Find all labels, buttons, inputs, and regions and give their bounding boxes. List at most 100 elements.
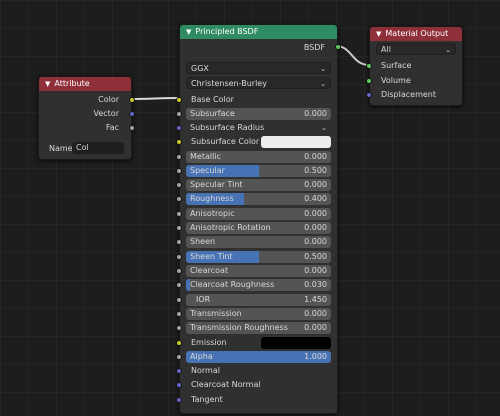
distribution-dropdown[interactable]: GGX ⌄ bbox=[186, 62, 331, 74]
subsurface-method-value: Christensen-Burley bbox=[191, 79, 267, 88]
input-transmission-socket[interactable] bbox=[176, 311, 182, 317]
output-node-title: Material Output bbox=[385, 29, 449, 38]
volume-label: Volume bbox=[381, 76, 411, 85]
chevron-down-icon: ⌄ bbox=[445, 46, 451, 54]
clearcoat-roughness-slider[interactable]: Clearcoat Roughness 0.030 bbox=[186, 279, 331, 291]
subsurface-slider[interactable]: Subsurface 0.000 bbox=[186, 108, 331, 120]
output-vector-socket[interactable] bbox=[129, 111, 135, 117]
output-bsdf-socket[interactable] bbox=[335, 44, 341, 50]
clearcoat-roughness-label: Clearcoat Roughness bbox=[190, 280, 275, 289]
sheen-tint-label: Sheen Tint bbox=[190, 252, 233, 261]
ior-field[interactable]: IOR 1.450 bbox=[186, 294, 331, 306]
input-subsurface-color-socket[interactable] bbox=[176, 139, 182, 145]
ior-value: 1.450 bbox=[304, 295, 327, 304]
specular-tint-slider[interactable]: Specular Tint 0.000 bbox=[186, 179, 331, 191]
transmission-slider[interactable]: Transmission 0.000 bbox=[186, 308, 331, 320]
anisotropic-rotation-value: 0.000 bbox=[304, 223, 327, 232]
input-sheen-tint-socket[interactable] bbox=[176, 254, 182, 260]
metallic-value: 0.000 bbox=[304, 152, 327, 161]
sheen-slider[interactable]: Sheen 0.000 bbox=[186, 236, 331, 248]
output-vector-label: Vector bbox=[93, 109, 120, 118]
chevron-down-icon: ⌄ bbox=[320, 80, 326, 88]
input-base-color-socket[interactable] bbox=[176, 97, 182, 103]
input-tangent-socket[interactable] bbox=[176, 397, 182, 403]
input-clearcoat-roughness-socket[interactable] bbox=[176, 282, 182, 288]
input-specular-tint-socket[interactable] bbox=[176, 182, 182, 188]
roughness-slider[interactable]: Roughness 0.400 bbox=[186, 193, 331, 205]
sheen-tint-value: 0.500 bbox=[304, 252, 327, 261]
metallic-label: Metallic bbox=[190, 152, 221, 161]
attribute-node[interactable]: ▼ Attribute Color Vector Fac Name Col bbox=[38, 76, 135, 160]
principled-bsdf-node[interactable]: ▼ Principled BSDF BSDF GGX ⌄ Christensen-… bbox=[176, 24, 341, 414]
subsurface-label: Subsurface bbox=[190, 109, 235, 118]
principled-node-title: Principled BSDF bbox=[195, 27, 259, 36]
alpha-label: Alpha bbox=[190, 352, 213, 361]
clearcoat-slider[interactable]: Clearcoat 0.000 bbox=[186, 265, 331, 277]
anisotropic-rotation-slider[interactable]: Anisotropic Rotation 0.000 bbox=[186, 222, 331, 234]
normal-label: Normal bbox=[191, 366, 220, 375]
subsurface-radius-label: Subsurface Radius bbox=[190, 123, 265, 132]
link-color-to-base-color bbox=[129, 97, 180, 100]
subsurface-method-dropdown[interactable]: Christensen-Burley ⌄ bbox=[186, 77, 331, 89]
emission-color-swatch[interactable] bbox=[261, 337, 331, 349]
output-color-socket[interactable] bbox=[129, 97, 135, 103]
input-emission-socket[interactable] bbox=[176, 340, 182, 346]
node-editor-canvas[interactable]: ▼ Attribute Color Vector Fac Name Col ▼ Pr… bbox=[0, 0, 500, 416]
input-surface-socket[interactable] bbox=[366, 63, 372, 69]
input-alpha-socket[interactable] bbox=[176, 354, 182, 360]
collapse-arrow-icon[interactable]: ▼ bbox=[186, 28, 191, 36]
name-input-value: Col bbox=[76, 143, 89, 152]
input-clearcoat-socket[interactable] bbox=[176, 268, 182, 274]
transmission-roughness-value: 0.000 bbox=[304, 323, 327, 332]
distribution-value: GGX bbox=[191, 64, 209, 73]
specular-slider[interactable]: Specular 0.500 bbox=[186, 165, 331, 177]
input-displacement-socket[interactable] bbox=[366, 92, 372, 98]
input-specular-socket[interactable] bbox=[176, 168, 182, 174]
sheen-label: Sheen bbox=[190, 237, 216, 246]
output-bsdf-label: BSDF bbox=[303, 43, 325, 52]
transmission-roughness-slider[interactable]: Transmission Roughness 0.000 bbox=[186, 322, 331, 334]
ior-label: IOR bbox=[196, 295, 211, 304]
anisotropic-label: Anisotropic bbox=[190, 209, 235, 218]
anisotropic-slider[interactable]: Anisotropic 0.000 bbox=[186, 208, 331, 220]
material-output-node[interactable]: ▼ Material Output All ⌄ Surface Volume Di… bbox=[366, 26, 463, 106]
subsurface-radius-dropdown[interactable]: Subsurface Radius ⌄ bbox=[186, 122, 331, 134]
input-clearcoat-normal-socket[interactable] bbox=[176, 382, 182, 388]
input-normal-socket[interactable] bbox=[176, 368, 182, 374]
target-dropdown[interactable]: All ⌄ bbox=[376, 43, 456, 55]
attribute-node-header[interactable]: ▼ Attribute bbox=[39, 77, 131, 91]
name-input[interactable]: Col bbox=[72, 142, 124, 154]
metallic-slider[interactable]: Metallic 0.000 bbox=[186, 151, 331, 163]
subsurface-color-swatch[interactable] bbox=[261, 136, 331, 148]
sheen-tint-slider[interactable]: Sheen Tint 0.500 bbox=[186, 251, 331, 263]
anisotropic-rotation-label: Anisotropic Rotation bbox=[190, 223, 271, 232]
input-roughness-socket[interactable] bbox=[176, 196, 182, 202]
target-value: All bbox=[381, 45, 391, 54]
output-fac-socket[interactable] bbox=[129, 125, 135, 131]
alpha-slider[interactable]: Alpha 1.000 bbox=[186, 351, 331, 363]
sheen-value: 0.000 bbox=[304, 237, 327, 246]
output-fac-label: Fac bbox=[105, 123, 119, 132]
input-anisotropic-rotation-socket[interactable] bbox=[176, 225, 182, 231]
clearcoat-roughness-value: 0.030 bbox=[304, 280, 327, 289]
input-metallic-socket[interactable] bbox=[176, 154, 182, 160]
transmission-label: Transmission bbox=[190, 309, 242, 318]
displacement-label: Displacement bbox=[381, 90, 436, 99]
input-subsurface-socket[interactable] bbox=[176, 111, 182, 117]
input-anisotropic-socket[interactable] bbox=[176, 211, 182, 217]
clearcoat-normal-label: Clearcoat Normal bbox=[191, 380, 261, 389]
collapse-arrow-icon[interactable]: ▼ bbox=[376, 30, 381, 38]
specular-label: Specular bbox=[190, 166, 225, 175]
name-label: Name bbox=[49, 144, 73, 153]
input-subsurface-radius-socket[interactable] bbox=[176, 125, 182, 131]
alpha-value: 1.000 bbox=[304, 352, 327, 361]
input-ior-socket[interactable] bbox=[176, 297, 182, 303]
output-node-header[interactable]: ▼ Material Output bbox=[370, 27, 462, 41]
base-color-label: Base Color bbox=[191, 95, 234, 104]
principled-node-header[interactable]: ▼ Principled BSDF bbox=[180, 25, 337, 39]
subsurface-value: 0.000 bbox=[304, 109, 327, 118]
collapse-arrow-icon[interactable]: ▼ bbox=[45, 80, 50, 88]
input-transmission-roughness-socket[interactable] bbox=[176, 325, 182, 331]
input-volume-socket[interactable] bbox=[366, 78, 372, 84]
input-sheen-socket[interactable] bbox=[176, 239, 182, 245]
